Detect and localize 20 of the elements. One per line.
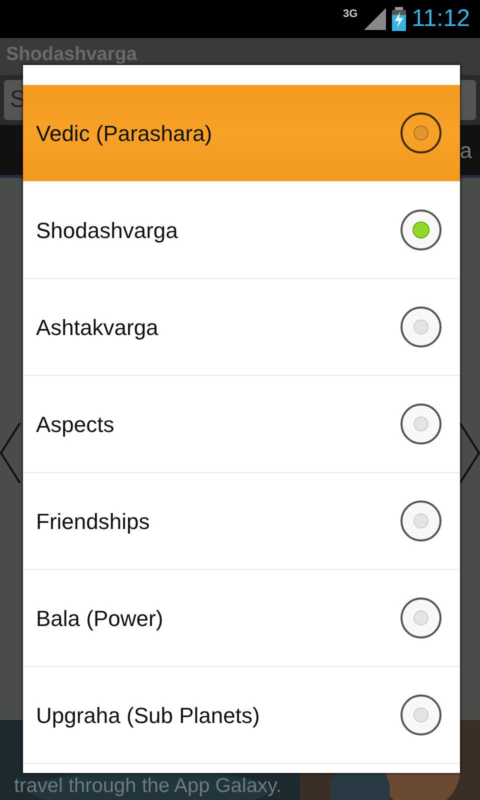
list-item[interactable]: Bala (Power) [23, 570, 460, 667]
list-item[interactable]: Vedic (Parashara) [23, 85, 460, 182]
tab-label[interactable]: a [460, 134, 472, 166]
signal-icon [364, 8, 386, 30]
ad-text: travel through the App Galaxy. [14, 775, 282, 797]
list-item[interactable]: Ashtakvarga [23, 279, 460, 376]
clock: 11:12 [412, 4, 470, 34]
radio-button[interactable] [400, 112, 442, 154]
radio-button[interactable] [400, 306, 442, 348]
network-type: 3G [343, 7, 358, 22]
battery-icon [392, 7, 406, 31]
radio-button[interactable] [400, 209, 442, 251]
list-item[interactable]: Shodashvarga [23, 182, 460, 279]
list-item[interactable]: Upgraha (Sub Planets) [23, 667, 460, 764]
radio-button[interactable] [400, 694, 442, 736]
radio-button[interactable] [400, 597, 442, 639]
list-item[interactable]: Aspects [23, 376, 460, 473]
list-item[interactable]: Friendships [23, 473, 460, 570]
radio-button[interactable] [400, 500, 442, 542]
radio-button[interactable] [400, 403, 442, 445]
